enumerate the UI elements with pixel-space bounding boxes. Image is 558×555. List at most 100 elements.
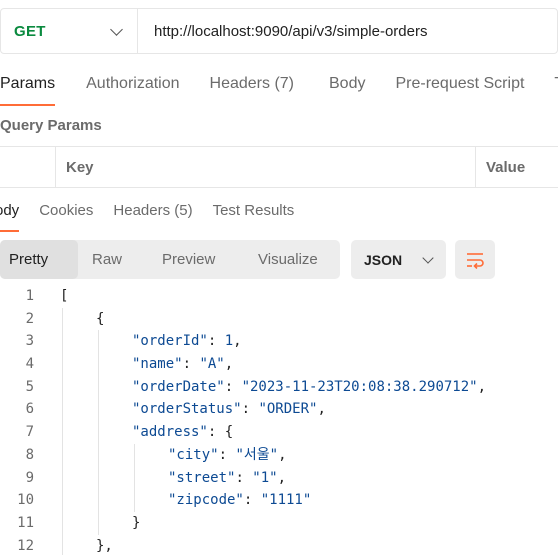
json-value: "1" (252, 469, 278, 486)
indent-guide (62, 466, 63, 490)
format-select[interactable]: JSON (351, 240, 446, 279)
code-line: 4 "name": "A", (0, 353, 558, 376)
url-input[interactable]: http://localhost:9090/api/v3/simple-orde… (138, 23, 427, 40)
params-key-header: Key (56, 147, 476, 187)
indent-guide (134, 466, 135, 490)
view-mode-group: Pretty Raw Preview Visualize (0, 240, 340, 279)
json-value: "2023-11-23T20:08:38.290712" (241, 378, 478, 395)
json-punctuation: : (207, 333, 225, 350)
code-line: 5 "orderDate": "2023-11-23T20:08:38.29071… (0, 375, 558, 399)
format-label: JSON (364, 251, 403, 268)
line-number: 7 (25, 424, 34, 441)
json-punctuation: : (235, 469, 253, 486)
code-line: 10 "zipcode": "1111" (0, 489, 558, 512)
code-line: 7 "address": { (0, 421, 558, 444)
code-line: 11} (0, 511, 558, 535)
indent-guide (98, 443, 99, 467)
indent-guide (62, 398, 63, 422)
json-punctuation: , (233, 333, 242, 350)
tab-body[interactable]: Body (329, 66, 365, 106)
indent-guide (98, 330, 99, 354)
query-params-title: Query Params (0, 117, 102, 134)
wrap-lines-button[interactable] (455, 240, 495, 279)
line-number: 5 (25, 378, 34, 395)
code-line: 12}, (0, 534, 558, 555)
json-key: "address" (132, 424, 208, 441)
code-line: 2{ (0, 307, 558, 331)
code-text: }, (96, 535, 113, 555)
code-line: 6 "orderStatus": "ORDER", (0, 398, 558, 422)
code-line: 9 "street": "1", (0, 466, 558, 490)
tab-response-body[interactable]: ody (0, 196, 20, 232)
json-key: "name" (132, 356, 183, 373)
response-tabs: ody Cookies Headers (5) Test Results (0, 196, 314, 232)
line-number: 12 (17, 537, 34, 554)
response-body-code[interactable]: 1[2{3 "orderId": 1, 4 "name": "A", 5 "orderDa… (0, 285, 558, 555)
code-text: "orderStatus": "ORDER", (132, 398, 326, 421)
params-check-column (0, 147, 56, 187)
tab-tests[interactable]: T (554, 66, 558, 106)
code-text: "address": { (132, 421, 233, 444)
request-url-bar: GET http://localhost:9090/api/v3/simple-… (0, 8, 558, 54)
json-punctuation: { (96, 310, 105, 327)
chevron-down-icon (422, 251, 434, 264)
line-number: 4 (25, 356, 34, 373)
view-raw-button[interactable]: Raw (78, 240, 148, 279)
code-text: } (132, 512, 140, 535)
indent-guide (62, 511, 63, 535)
line-number: 9 (25, 469, 34, 486)
line-number: 1 (25, 288, 34, 304)
method-label: GET (14, 22, 46, 40)
json-punctuation: , (224, 356, 234, 373)
tab-cookies[interactable]: Cookies (39, 196, 93, 232)
indent-guide (98, 421, 99, 444)
code-line: 3 "orderId": 1, (0, 330, 558, 354)
query-params-table: Key Value (0, 146, 558, 188)
indent-guide (134, 489, 135, 512)
chevron-down-icon (110, 22, 123, 36)
json-punctuation: }, (96, 537, 113, 554)
tab-headers[interactable]: Headers (7) (210, 66, 294, 106)
code-text: [ (60, 285, 68, 308)
view-preview-button[interactable]: Preview (148, 240, 243, 279)
json-punctuation: , (278, 446, 287, 463)
view-pretty-button[interactable]: Pretty (0, 240, 78, 279)
indent-guide (62, 330, 63, 354)
view-visualize-button[interactable]: Visualize (243, 240, 340, 279)
indent-guide (62, 307, 63, 331)
tab-test-results[interactable]: Test Results (213, 196, 295, 232)
wrap-lines-icon (467, 252, 484, 269)
line-number: 11 (17, 514, 34, 531)
method-select[interactable]: GET (1, 9, 138, 53)
tab-params[interactable]: Params (0, 66, 56, 106)
code-text: "city": "서울", (168, 444, 287, 467)
indent-guide (98, 375, 99, 399)
tab-pre-request-script[interactable]: Pre-request Script (395, 66, 524, 106)
line-number: 2 (25, 310, 34, 327)
json-key: "city" (168, 446, 219, 463)
indent-guide (98, 353, 99, 376)
response-toolbar: Pretty Raw Preview Visualize JSON (0, 240, 495, 279)
json-punctuation: : (241, 401, 259, 418)
line-number: 10 (17, 492, 34, 509)
indent-guide (98, 489, 99, 512)
json-value: "1111" (260, 492, 312, 509)
params-value-header: Value (486, 158, 526, 176)
line-number: 6 (25, 401, 34, 418)
code-line: 8 "city": "서울", (0, 443, 558, 467)
indent-guide (62, 353, 63, 376)
indent-guide (98, 466, 99, 490)
tab-response-headers[interactable]: Headers (5) (113, 196, 192, 232)
indent-guide (98, 511, 99, 535)
json-key: "zipcode" (168, 492, 244, 509)
tab-authorization[interactable]: Authorization (86, 66, 179, 106)
indent-guide (98, 398, 99, 422)
json-value: "서울" (235, 446, 279, 463)
code-text: "orderId": 1, (132, 330, 242, 353)
code-line: 1[ (0, 285, 558, 308)
json-key: "orderDate" (132, 378, 225, 395)
json-punctuation: : (243, 492, 261, 509)
json-key: "orderId" (132, 333, 208, 350)
indent-guide (134, 443, 135, 467)
json-punctuation: , (277, 469, 287, 486)
